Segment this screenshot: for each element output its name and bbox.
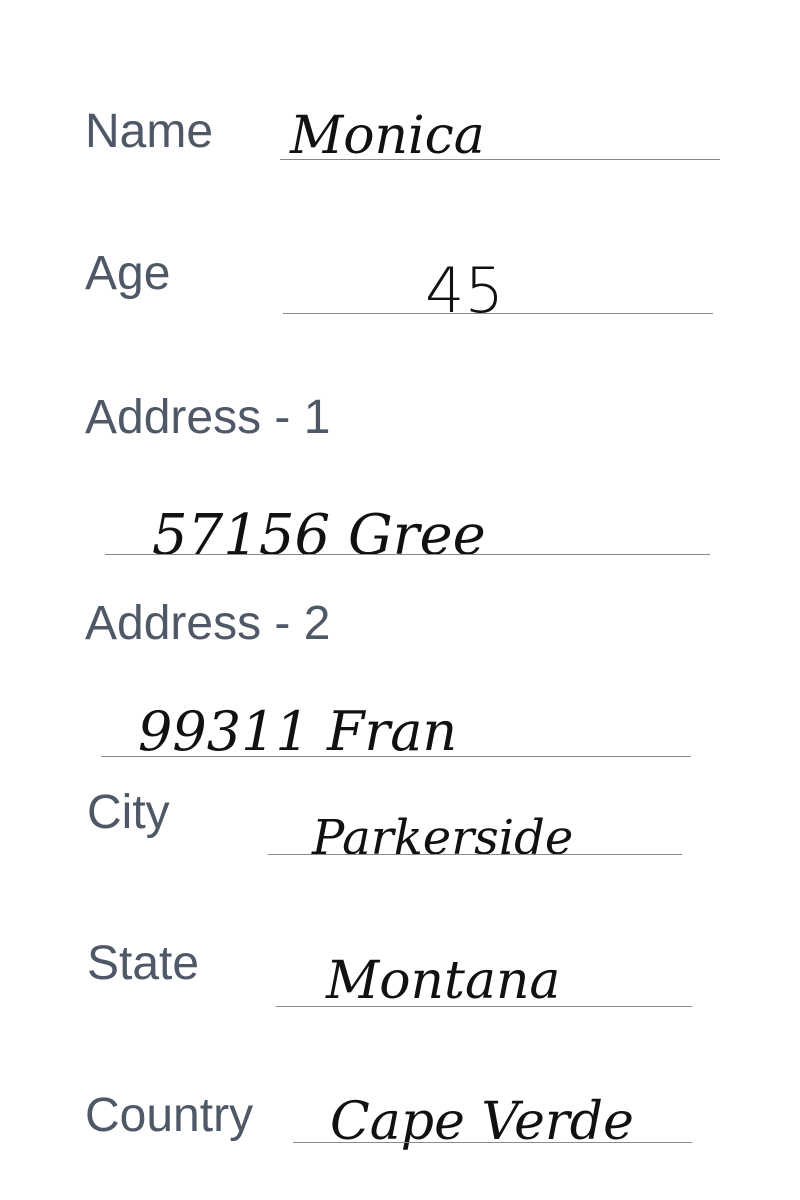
country-label: Country [85, 1089, 254, 1142]
age-label: Age [85, 247, 171, 300]
address2-line [101, 756, 691, 757]
address1-label: Address - 1 [85, 391, 331, 444]
state-value[interactable]: Montana [326, 955, 560, 1007]
city-line [268, 854, 682, 855]
country-value[interactable]: Cape Verde [330, 1096, 634, 1148]
name-line [280, 159, 720, 160]
state-label: State [87, 937, 200, 990]
address1-value[interactable]: 57156 Gree [152, 508, 486, 564]
city-label: City [87, 786, 170, 839]
name-value[interactable]: Monica [290, 110, 485, 162]
state-line [276, 1006, 692, 1007]
age-line [283, 313, 713, 314]
country-line [293, 1142, 692, 1143]
address2-value[interactable]: 99311 Fran [138, 705, 457, 759]
address1-line [105, 554, 710, 555]
address2-label: Address - 2 [85, 597, 331, 650]
name-label: Name [85, 105, 214, 158]
